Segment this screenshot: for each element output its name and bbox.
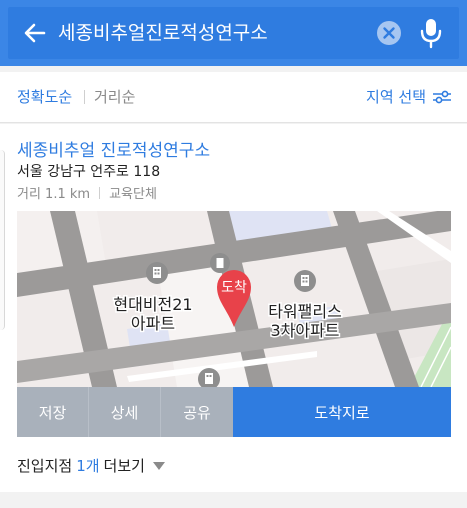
sort-distance-option[interactable]: 거리순 [94, 86, 135, 107]
entry-point-label: 진입지점 [17, 457, 73, 475]
save-button[interactable]: 저장 [17, 387, 89, 437]
entry-point-toggle[interactable]: 진입지점 1개 더보기 [17, 455, 165, 476]
side-drawer-handle[interactable] [0, 150, 5, 330]
result-distance: 거리 1.1 km [17, 187, 91, 202]
map-preview[interactable]: 현대비전21 아파트 타워팰리스 3차아파트 도착 [17, 211, 451, 387]
entry-point-count: 1개 [76, 457, 100, 475]
sort-bar: 정확도순 거리순 지역 선택 [0, 72, 467, 123]
chevron-down-icon [152, 461, 165, 470]
building-label-tower-line1: 타워팰리스 [268, 302, 342, 321]
building-label-tower-line2: 3차아파트 [270, 321, 339, 340]
entry-point-more: 더보기 [103, 457, 145, 475]
detail-button[interactable]: 상세 [89, 387, 161, 437]
building-icon [210, 253, 230, 273]
building-icon [294, 270, 316, 292]
result-address: 서울 강남구 언주로 118 [17, 164, 161, 180]
region-select-label: 지역 선택 [366, 88, 426, 106]
filter-sliders-icon [433, 90, 451, 103]
search-query-text[interactable]: 세종비추얼진로적성연구소 [58, 19, 268, 47]
region-select-button[interactable]: 지역 선택 [366, 86, 452, 107]
result-category: 교육단체 [109, 187, 157, 202]
building-icon [146, 262, 168, 284]
microphone-icon[interactable] [417, 17, 445, 49]
sort-accuracy-option[interactable]: 정확도순 [17, 86, 72, 107]
action-bar: 저장 상세 공유 도착지로 [17, 387, 451, 437]
search-box[interactable]: 세종비추얼진로적성연구소 [8, 7, 459, 59]
search-header: 세종비추얼진로적성연구소 [0, 0, 467, 66]
back-arrow-icon[interactable] [22, 20, 48, 46]
building-label-hyundai-line2: 아파트 [131, 314, 175, 333]
result-card[interactable]: 세종비추얼 진로적성연구소 서울 강남구 언주로 118 거리 1.1 km 교… [0, 124, 467, 492]
building-label-hyundai-line1: 현대비전21 [113, 295, 192, 314]
share-button[interactable]: 공유 [161, 387, 233, 437]
destination-marker-label: 도착 [221, 280, 247, 296]
clear-icon[interactable] [376, 20, 402, 46]
result-meta: 거리 1.1 km 교육단체 [17, 183, 157, 202]
sort-divider [84, 90, 85, 104]
meta-divider [99, 186, 101, 199]
result-title[interactable]: 세종비추얼 진로적성연구소 [17, 136, 210, 161]
set-destination-button[interactable]: 도착지로 [233, 387, 451, 437]
